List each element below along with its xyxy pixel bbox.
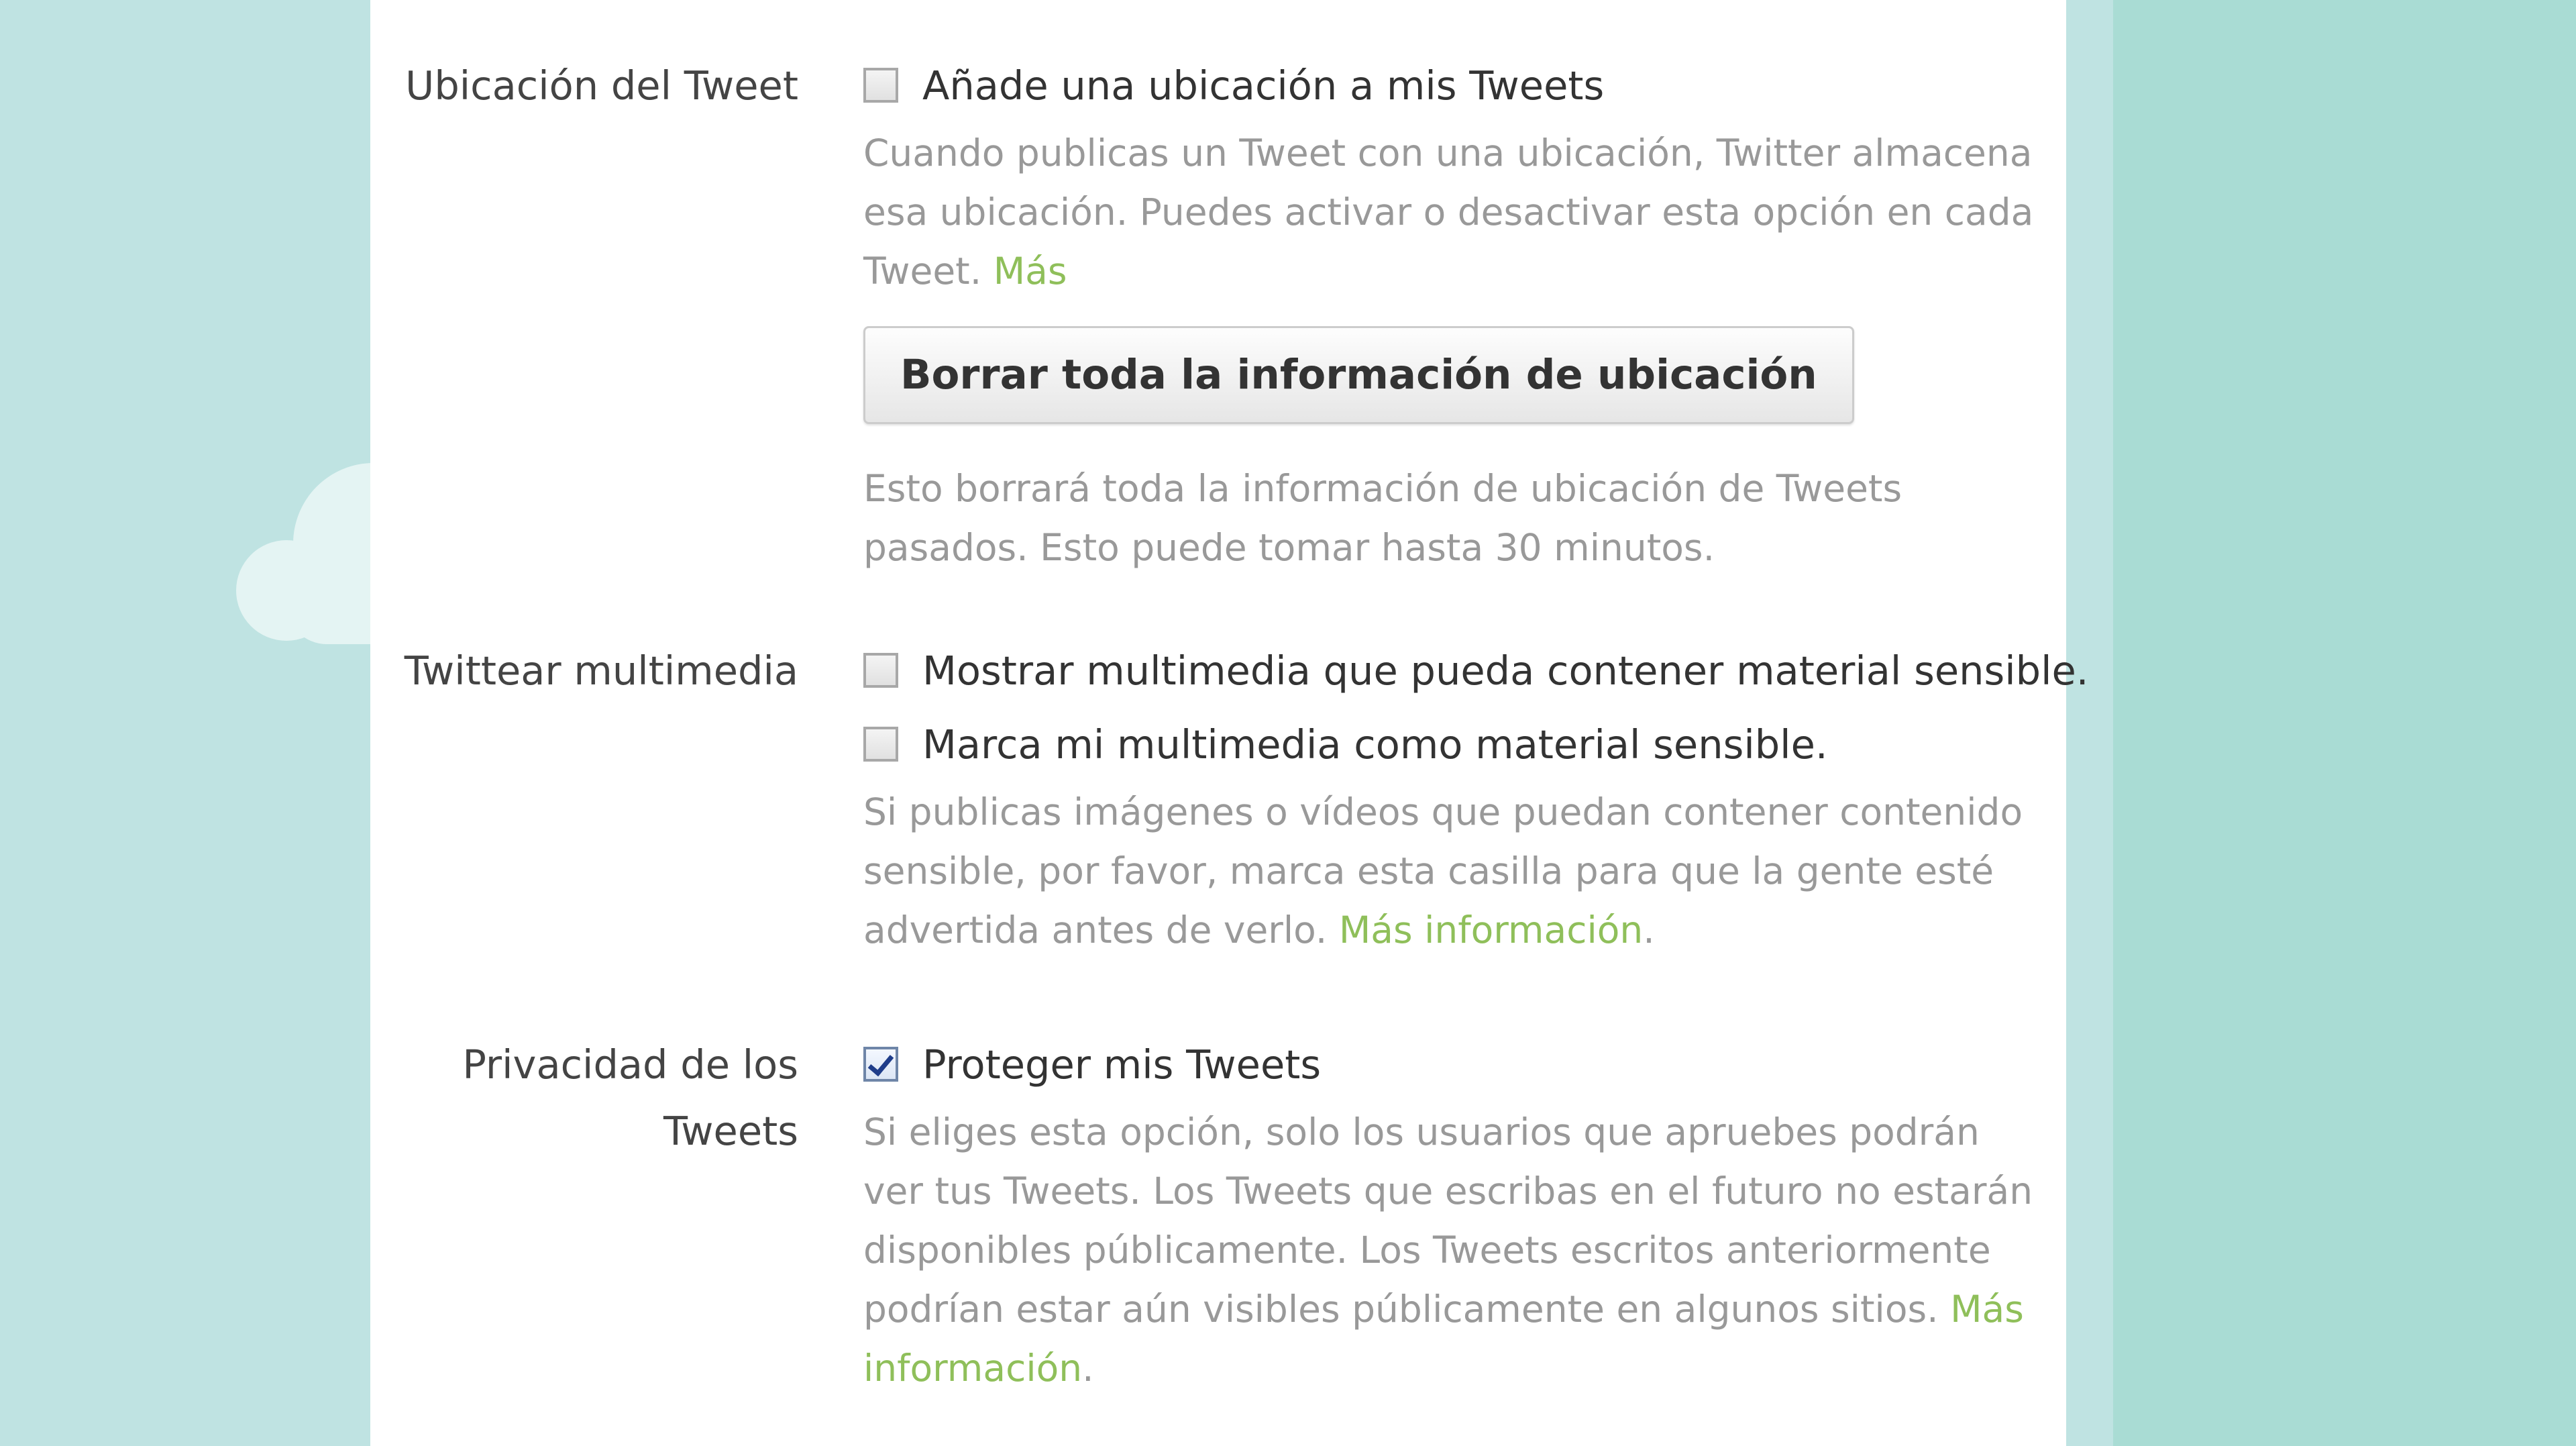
add-location-label[interactable]: Añade una ubicación a mis Tweets [922,62,1604,109]
media-help-line: Si publicas imágenes o vídeos que puedan… [863,790,2023,833]
location-option: Añade una ubicación a mis Tweets [863,48,2064,122]
protect-tweets-label[interactable]: Proteger mis Tweets [922,1041,1321,1088]
privacy-help-line: podrían estar aún visibles públicamente … [863,1288,1939,1331]
tweet-location-label: Ubicación del Tweet [405,62,798,109]
protect-tweets-option: Proteger mis Tweets [863,1027,2064,1101]
background-right-panel [2113,0,2576,1446]
privacy-more-info-link[interactable]: Más [1950,1288,2024,1331]
privacy-help-line: ver tus Tweets. Los Tweets que escribas … [863,1170,2033,1212]
privacy-label-line: Tweets [663,1108,798,1154]
delete-location-button[interactable]: Borrar toda la información de ubicación [863,326,1854,424]
tweet-privacy-label: Privacidad de los Tweets [370,1031,798,1164]
mark-sensitive-label[interactable]: Marca mi multimedia como material sensib… [922,721,1828,768]
tweet-location-controls: Añade una ubicación a mis Tweets Cuando … [863,48,2064,577]
show-sensitive-checkbox[interactable] [863,653,898,688]
location-help-text: Cuando publicas un Tweet con una ubicaci… [863,123,2064,301]
protect-tweets-checkbox[interactable] [863,1047,898,1082]
add-location-checkbox[interactable] [863,68,898,103]
mark-sensitive-option: Marca mi multimedia como material sensib… [863,707,2064,781]
tweet-media-controls: Mostrar multimedia que pueda contener ma… [863,633,2089,960]
privacy-help-end: . [1082,1347,1094,1390]
media-more-info-link[interactable]: Más información [1339,909,1643,951]
media-help-end: . [1643,909,1655,951]
location-help-line: Tweet. [863,250,982,293]
delete-location-help-text: Esto borrará toda la información de ubic… [863,459,2064,577]
settings-panel: Ubicación del Tweet Añade una ubicación … [370,0,2089,1446]
media-help-line: advertida antes de verlo. [863,909,1328,951]
privacy-more-info-link-cont[interactable]: información [863,1347,1082,1390]
tweet-media-label: Twittear multimedia [404,648,798,694]
location-more-link[interactable]: Más [994,250,1067,293]
delete-help-line: pasados. Esto puede tomar hasta 30 minut… [863,526,1715,569]
privacy-help-text: Si eliges esta opción, solo los usuarios… [863,1102,2064,1398]
tweet-privacy-controls: Proteger mis Tweets Si eliges esta opció… [863,1027,2064,1398]
delete-help-line: Esto borrará toda la información de ubic… [863,467,1902,510]
show-sensitive-option: Mostrar multimedia que pueda contener ma… [863,633,2089,707]
media-help-text: Si publicas imágenes o vídeos que puedan… [863,782,2064,960]
privacy-label-line: Privacidad de los [462,1041,798,1088]
show-sensitive-label[interactable]: Mostrar multimedia que pueda contener ma… [922,648,2089,694]
media-help-line: sensible, por favor, marca esta casilla … [863,849,1994,892]
privacy-help-line: disponibles públicamente. Los Tweets esc… [863,1229,1991,1272]
location-help-line: esa ubicación. Puedes activar o desactiv… [863,191,2034,234]
privacy-help-line: Si eliges esta opción, solo los usuarios… [863,1111,1980,1153]
location-help-line: Cuando publicas un Tweet con una ubicaci… [863,132,2033,174]
mark-sensitive-checkbox[interactable] [863,727,898,762]
